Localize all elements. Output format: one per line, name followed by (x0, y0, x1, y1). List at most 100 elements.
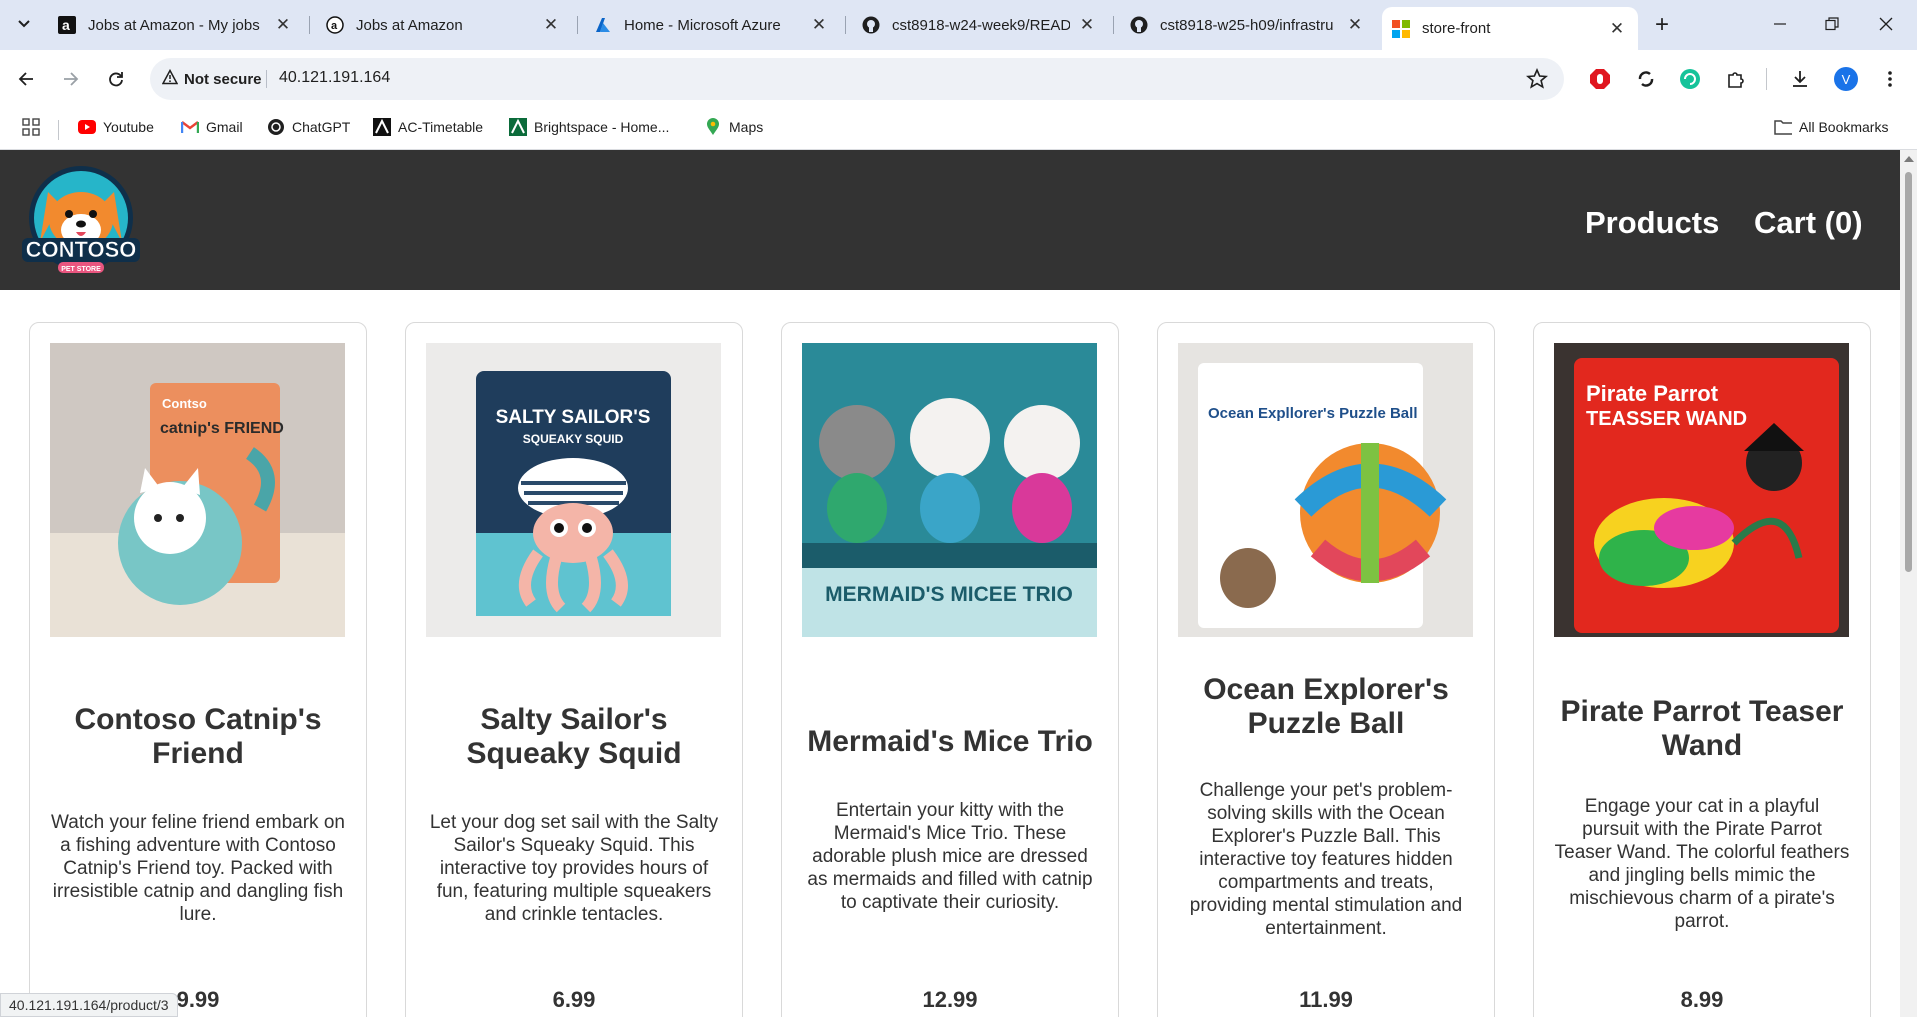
gmail-icon (181, 118, 199, 136)
close-tab-icon[interactable]: ✕ (1076, 14, 1098, 36)
amazon-jobs-icon: a (326, 16, 344, 34)
close-tab-icon[interactable]: ✕ (1606, 18, 1628, 40)
package-title-text: SALTY SAILOR'S (496, 407, 651, 428)
downloads-icon[interactable] (1786, 65, 1814, 93)
tab-divider (309, 16, 310, 34)
kebab-menu-icon[interactable] (1876, 65, 1904, 93)
product-card[interactable]: MERMAID'S MICEE TRIO Mermaid's Mice Trio… (781, 322, 1119, 1017)
product-name[interactable]: Mermaid's Mice Trio (792, 725, 1108, 759)
browser-tab-3[interactable]: Home - Microsoft Azure ✕ (584, 7, 840, 43)
product-description: Entertain your kitty with the Mermaid's … (807, 800, 1093, 913)
sync-extension-icon[interactable] (1632, 65, 1660, 93)
close-tab-icon[interactable]: ✕ (272, 14, 294, 36)
all-bookmarks-label: All Bookmarks (1799, 119, 1889, 135)
product-name[interactable]: Salty Sailor's Squeaky Squid (416, 703, 732, 771)
mermaid-mice-toy-image[interactable]: MERMAID'S MICEE TRIO (802, 343, 1097, 637)
close-tab-icon[interactable]: ✕ (808, 14, 830, 36)
tab-title: Jobs at Amazon (356, 16, 463, 34)
package-title-text: Pirate Parrot (1586, 381, 1719, 406)
github-icon (1130, 16, 1148, 34)
bookmark-label: AC-Timetable (398, 119, 484, 135)
new-tab-plus-icon[interactable]: + (1648, 11, 1676, 39)
bookmark-ac-timetable[interactable]: AC-Timetable (373, 118, 483, 136)
product-name[interactable]: Pirate Parrot Teaser Wand (1544, 695, 1860, 763)
minimize-icon[interactable] (1760, 10, 1800, 38)
product-card[interactable]: Contso catnip's FRIEND Contoso Catnip's … (29, 322, 367, 1017)
tab-divider (1113, 16, 1114, 34)
bookmark-gmail[interactable]: Gmail (181, 118, 243, 136)
bookmarks-divider (58, 120, 59, 140)
product-description: Engage your cat in a playful pursuit wit… (1554, 796, 1850, 932)
windows-logo-icon (1392, 19, 1410, 38)
browser-tab-4[interactable]: cst8918-w24-week9/READ ✕ (852, 7, 1108, 43)
bookmark-chatgpt[interactable]: ChatGPT (267, 118, 350, 136)
bookmark-label: ChatGPT (292, 119, 351, 135)
bookmark-maps[interactable]: Maps (704, 118, 763, 136)
site-info-button[interactable]: Not secure (161, 68, 262, 89)
extensions-puzzle-icon[interactable] (1722, 65, 1750, 93)
bookmark-label: Maps (729, 119, 764, 135)
tab-divider (577, 16, 578, 34)
puzzle-ball-toy-image[interactable]: Ocean Expllorer's Puzzle Ball (1178, 343, 1473, 637)
browser-tab-active[interactable]: store-front ✕ (1382, 7, 1638, 50)
url-text[interactable]: 40.121.191.164 (279, 69, 390, 87)
back-arrow-icon[interactable] (11, 64, 41, 94)
close-tab-icon[interactable]: ✕ (540, 14, 562, 36)
close-tab-icon[interactable]: ✕ (1344, 14, 1366, 36)
site-header: CONTOSO PET STORE Products Cart (0) (0, 150, 1900, 290)
bookmark-star-icon[interactable] (1525, 67, 1549, 90)
profile-avatar[interactable]: V (1834, 67, 1858, 91)
svg-text:a: a (62, 17, 70, 33)
all-bookmarks-button[interactable]: All Bookmarks (1774, 118, 1888, 136)
browser-tab-5[interactable]: cst8918-w25-h09/infrastru ✕ (1120, 7, 1376, 43)
bookmark-youtube[interactable]: Youtube (78, 118, 154, 136)
product-card[interactable]: Pirate Parrot TEASSER WAND Pirate Parrot… (1533, 322, 1871, 1017)
tab-title: cst8918-w25-h09/infrastru (1160, 16, 1334, 34)
logo-text: CONTOSO (26, 237, 137, 262)
product-name[interactable]: Contoso Catnip's Friend (40, 703, 356, 771)
package-title-text: Ocean Expllorer's Puzzle Ball (1208, 405, 1417, 422)
adblock-extension-icon[interactable] (1586, 65, 1614, 93)
page-scrollbar[interactable] (1900, 150, 1917, 1017)
apps-grid-icon[interactable] (22, 118, 40, 136)
product-price: 6.99 (552, 987, 596, 1012)
product-grid: Contso catnip's FRIEND Contoso Catnip's … (0, 290, 1900, 1017)
browser-tab-1[interactable]: a Jobs at Amazon - My jobs ✕ (48, 7, 304, 43)
scroll-up-arrow-icon[interactable] (1904, 156, 1914, 162)
github-icon (862, 16, 880, 34)
warning-triangle-icon (161, 68, 179, 89)
package-title-text: MERMAID'S MICEE TRIO (825, 583, 1073, 606)
bookmark-label: Youtube (103, 119, 154, 135)
address-bar[interactable]: Not secure 40.121.191.164 (150, 58, 1564, 100)
nav-cart-link[interactable]: Cart (0) (1754, 205, 1863, 241)
package-subtitle-text: TEASSER WAND (1586, 408, 1747, 430)
tab-title: cst8918-w24-week9/READ (892, 16, 1070, 34)
product-description: Watch your feline friend embark on a fis… (51, 812, 345, 925)
squeaky-squid-toy-image[interactable]: SALTY SAILOR'S SQUEAKY SQUID (426, 343, 721, 637)
tab-divider (845, 16, 846, 34)
restore-icon[interactable] (1812, 10, 1852, 38)
logo-subtext: PET STORE (61, 266, 101, 273)
svg-text:a: a (331, 20, 338, 32)
browser-tab-2[interactable]: a Jobs at Amazon ✕ (316, 7, 572, 43)
scrollbar-thumb[interactable] (1905, 172, 1912, 572)
contoso-pet-store-logo[interactable]: CONTOSO PET STORE (20, 162, 142, 277)
product-card[interactable]: Ocean Expllorer's Puzzle Ball Ocean Expl… (1157, 322, 1495, 1017)
product-description: Let your dog set sail with the Salty Sai… (429, 812, 719, 925)
nav-products-link[interactable]: Products (1585, 205, 1719, 241)
forward-arrow-icon[interactable] (56, 64, 86, 94)
product-price: 11.99 (1299, 987, 1353, 1012)
teaser-wand-toy-image[interactable]: Pirate Parrot TEASSER WAND (1554, 343, 1849, 637)
maps-pin-icon (704, 118, 722, 136)
tab-search-chevron-icon[interactable] (10, 10, 38, 38)
product-name[interactable]: Ocean Explorer's Puzzle Ball (1168, 673, 1484, 741)
browser-tab-strip: a Jobs at Amazon - My jobs ✕ a Jobs at A… (0, 0, 1917, 50)
product-card[interactable]: SALTY SAILOR'S SQUEAKY SQUID Salty Sailo… (405, 322, 743, 1017)
grammarly-extension-icon[interactable] (1676, 65, 1704, 93)
package-subtitle-text: SQUEAKY SQUID (523, 432, 624, 446)
close-window-icon[interactable] (1866, 10, 1906, 38)
tab-title: Jobs at Amazon - My jobs (88, 16, 260, 34)
catnip-friend-toy-image[interactable]: Contso catnip's FRIEND (50, 343, 345, 637)
bookmark-brightspace[interactable]: Brightspace - Home... (509, 118, 669, 136)
reload-icon[interactable] (101, 64, 131, 94)
